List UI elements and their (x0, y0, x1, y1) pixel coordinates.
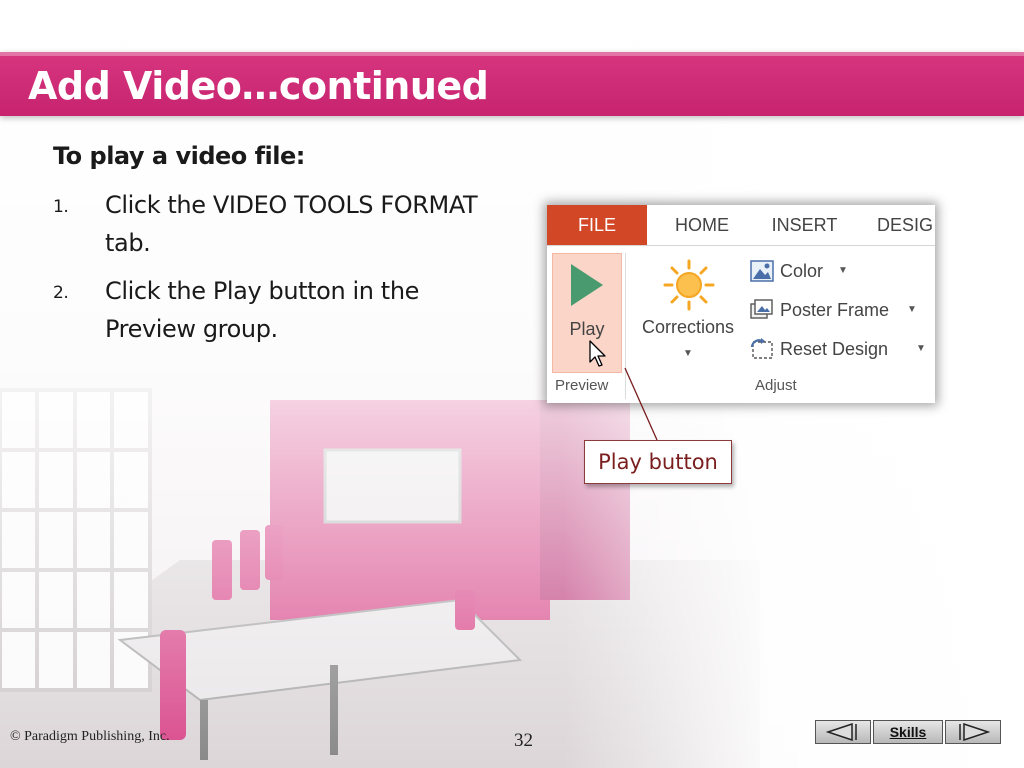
chevron-down-icon: ▼ (907, 304, 917, 315)
play-label: Play (569, 319, 605, 339)
step-text: Click the Play button in the Preview gro… (105, 277, 419, 343)
reset-design-button[interactable]: Reset Design ▼ (750, 334, 930, 364)
poster-frame-label: Poster Frame (780, 300, 890, 320)
tab-file[interactable]: FILE (547, 205, 647, 245)
instructions-heading: To play a video file: (53, 142, 305, 170)
slide-navigation: Skills (815, 720, 1001, 744)
page-number: 32 (514, 730, 533, 751)
poster-frame-icon (750, 299, 773, 319)
steps-list: 1. Click the VIDEO TOOLS FORMAT tab. 2. … (53, 186, 493, 358)
ribbon-screenshot: FILE HOME INSERT DESIG Play Corrections … (547, 205, 935, 403)
reset-design-label: Reset Design (780, 339, 889, 359)
cursor-icon (589, 340, 606, 367)
arrow-right-icon (959, 723, 990, 741)
group-divider (625, 253, 626, 399)
step-text: Click the VIDEO TOOLS FORMAT tab. (105, 191, 478, 257)
skills-button[interactable]: Skills (873, 720, 943, 744)
preview-group-label: Preview (555, 377, 609, 394)
tab-home[interactable]: HOME (657, 205, 747, 245)
play-button[interactable]: Play (552, 253, 622, 373)
next-button[interactable] (945, 720, 1001, 744)
copyright-notice: © Paradigm Publishing, Inc. (10, 729, 170, 744)
poster-frame-button[interactable]: Poster Frame ▼ (750, 295, 930, 325)
step-item: 1. Click the VIDEO TOOLS FORMAT tab. (53, 186, 493, 262)
corrections-button[interactable]: Corrections ▼ (633, 255, 743, 375)
step-item: 2. Click the Play button in the Preview … (53, 272, 493, 348)
reset-design-icon (750, 338, 773, 359)
arrow-left-icon (826, 723, 857, 741)
step-number: 2. (53, 283, 69, 303)
ribbon-tab-row: FILE HOME INSERT DESIG (547, 205, 935, 246)
sun-icon (663, 259, 715, 311)
chevron-down-icon: ▼ (838, 265, 848, 276)
color-label: Color (780, 261, 824, 281)
tab-insert[interactable]: INSERT (752, 205, 857, 245)
banner-top-accent (0, 52, 1024, 56)
corrections-label: Corrections (641, 317, 735, 337)
play-button-callout: Play button (584, 440, 732, 484)
play-icon (571, 264, 603, 306)
step-number: 1. (53, 197, 69, 217)
title-banner: Add Video…continued (0, 52, 1024, 116)
chevron-down-icon: ▼ (916, 343, 926, 354)
color-icon (750, 260, 774, 282)
chevron-down-icon: ▼ (683, 348, 693, 359)
tab-design[interactable]: DESIG (867, 205, 935, 245)
adjust-group-label: Adjust (755, 377, 797, 394)
color-button[interactable]: Color ▼ (750, 256, 860, 286)
previous-button[interactable] (815, 720, 871, 744)
slide-title: Add Video…continued (28, 64, 489, 108)
